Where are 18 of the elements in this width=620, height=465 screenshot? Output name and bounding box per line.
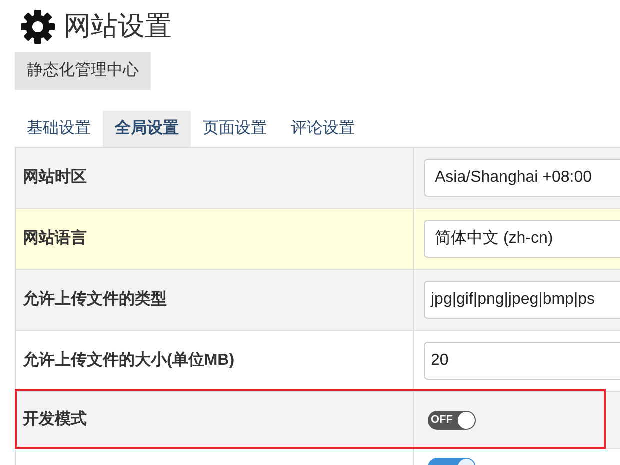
switch-state-text: OFF	[431, 414, 453, 426]
page-title: 网站设置	[64, 13, 172, 40]
select-field[interactable]: 简体中文 (zh-cn)	[424, 220, 620, 258]
gear-icon	[20, 8, 56, 44]
tab[interactable]: 评论设置	[279, 111, 367, 147]
input-field[interactable]: 20	[424, 342, 620, 380]
tab[interactable]: 页面设置	[191, 111, 279, 147]
static-management-button[interactable]: 静态化管理中心	[15, 52, 151, 90]
tab[interactable]: 全局设置	[103, 111, 191, 147]
toggle-switch[interactable]: OFF	[428, 410, 476, 430]
tab[interactable]: 基础设置	[15, 111, 103, 147]
select-field[interactable]: Asia/Shanghai +08:00	[424, 159, 620, 197]
setting-label: 允许上传文件的类型	[23, 289, 167, 310]
input-field[interactable]: jpg|gif|png|jpeg|bmp|ps	[424, 281, 620, 319]
setting-label: 开发模式	[23, 410, 87, 430]
setting-label: 网站时区	[23, 168, 87, 188]
setting-label: 允许上传文件的大小(单位MB)	[23, 350, 235, 371]
setting-label: 网站语言	[23, 228, 87, 249]
